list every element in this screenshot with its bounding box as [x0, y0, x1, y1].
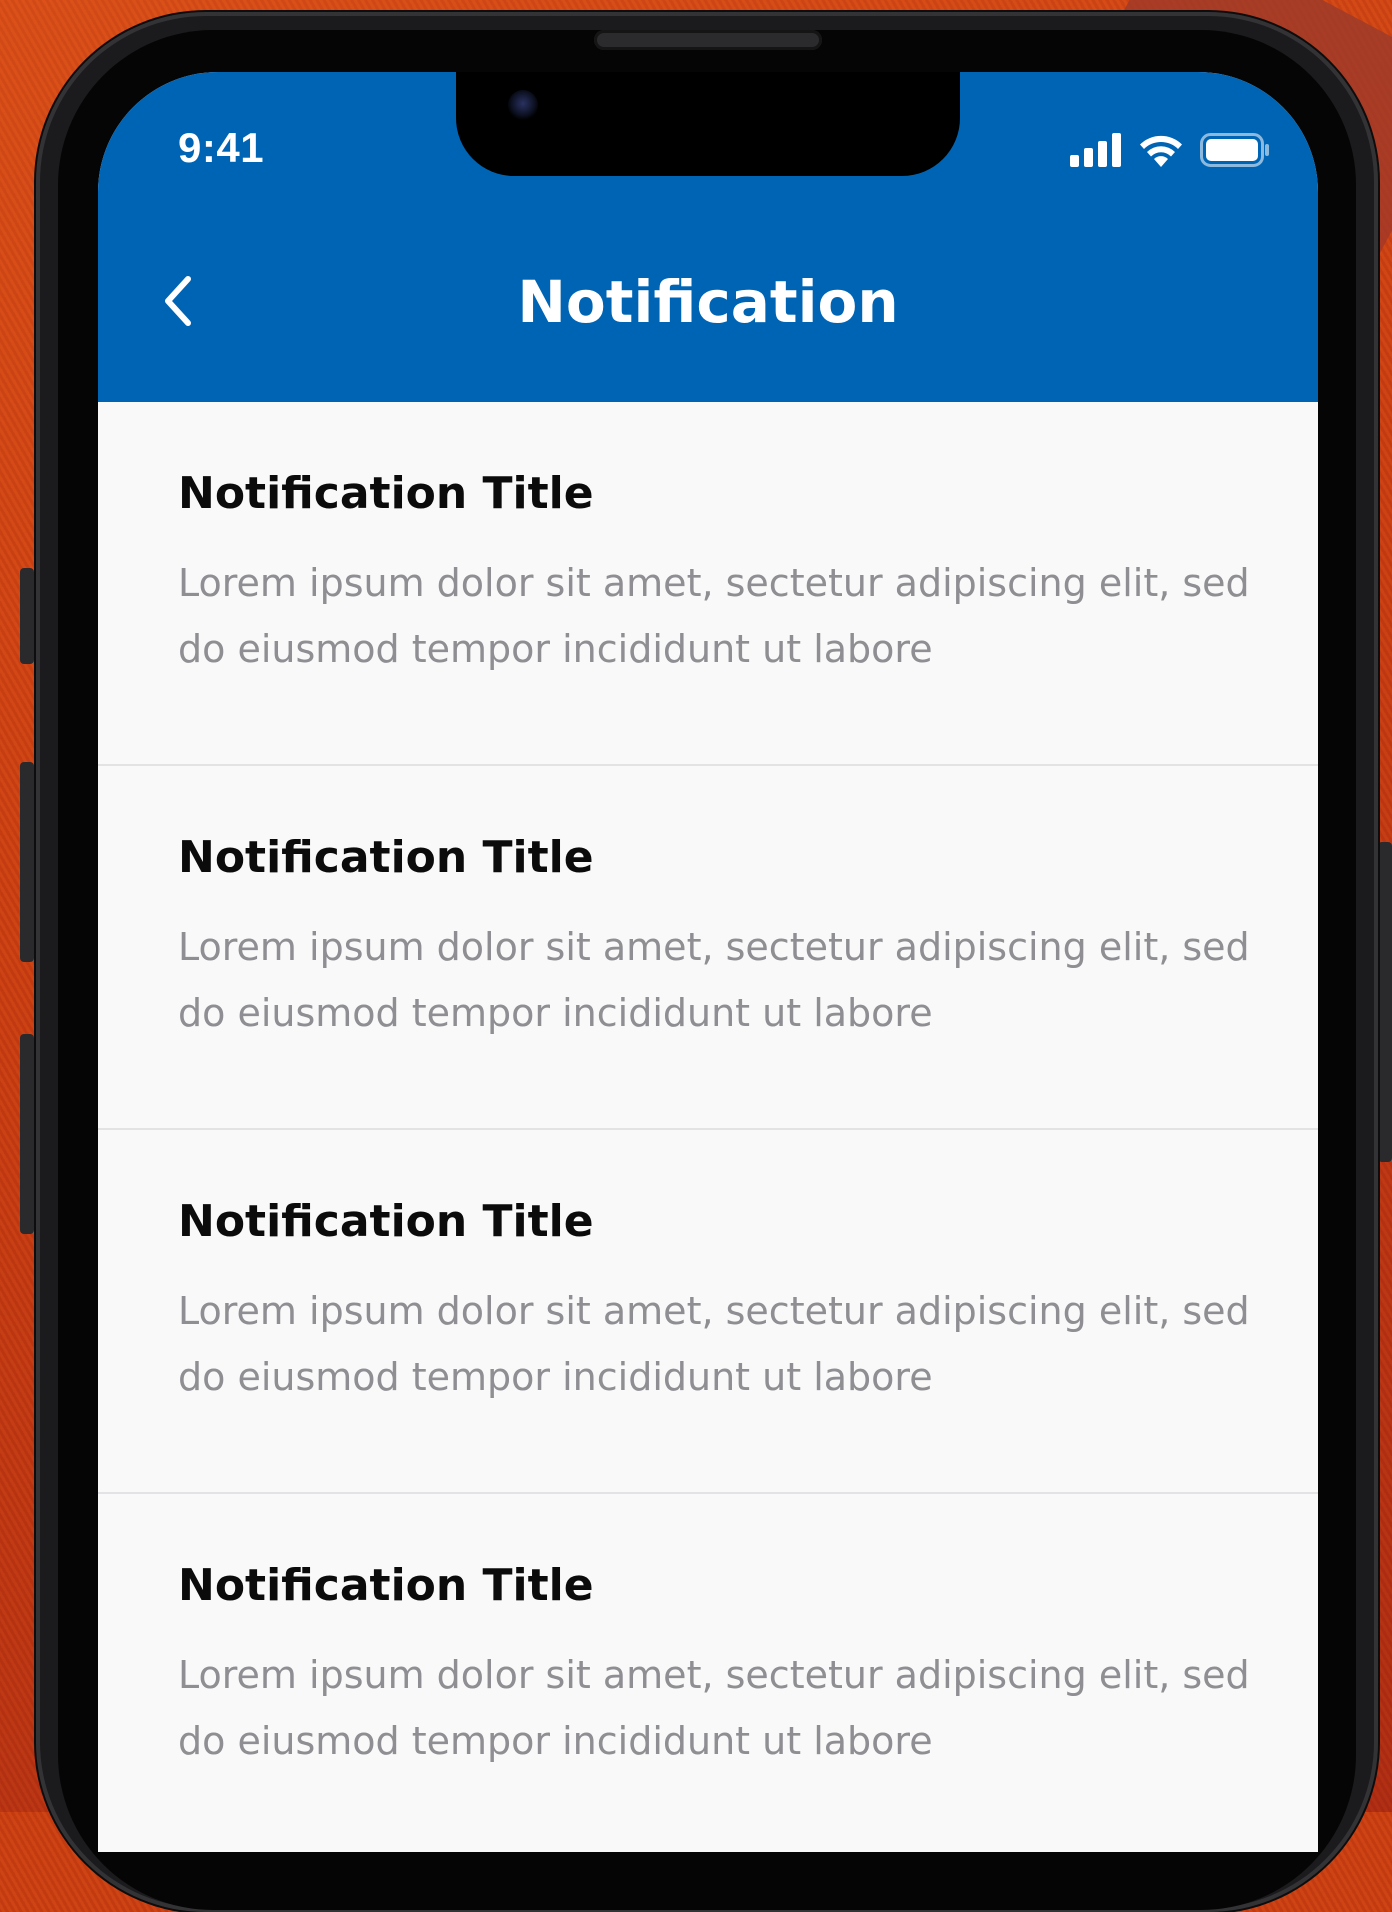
notification-item[interactable]: Notification Title Lorem ipsum dolor sit…: [98, 1494, 1318, 1852]
status-icons: [1070, 132, 1270, 172]
battery-icon: [1200, 133, 1270, 171]
notification-body: Lorem ipsum dolor sit amet, sectetur adi…: [178, 561, 1250, 671]
side-button-volume-up: [20, 762, 34, 962]
navigation-bar: Notification: [98, 262, 1318, 342]
notification-title: Notification Title: [178, 832, 594, 883]
front-camera: [508, 90, 538, 120]
status-time: 9:41: [178, 124, 265, 171]
notification-item[interactable]: Notification Title Lorem ipsum dolor sit…: [98, 402, 1318, 766]
phone-screen: 9:41 Notification Notification Title Lor…: [98, 72, 1318, 1852]
page-title: Notification: [517, 268, 899, 336]
wifi-icon: [1138, 133, 1184, 171]
notification-body: Lorem ipsum dolor sit amet, sectetur adi…: [178, 1289, 1250, 1399]
earpiece-speaker: [594, 30, 822, 50]
side-button-volume-down: [20, 1034, 34, 1234]
notification-title: Notification Title: [178, 468, 594, 519]
notch: [456, 72, 960, 176]
side-button-silent: [20, 568, 34, 664]
cellular-signal-icon: [1070, 133, 1122, 171]
side-button-power: [1378, 842, 1392, 1162]
notification-item[interactable]: Notification Title Lorem ipsum dolor sit…: [98, 1130, 1318, 1494]
notification-title: Notification Title: [178, 1196, 594, 1247]
notification-list: Notification Title Lorem ipsum dolor sit…: [98, 402, 1318, 1852]
notification-title: Notification Title: [178, 1560, 594, 1611]
notification-item[interactable]: Notification Title Lorem ipsum dolor sit…: [98, 766, 1318, 1130]
app-header: 9:41 Notification: [98, 72, 1318, 402]
chevron-left-icon: [158, 273, 198, 333]
back-button[interactable]: [148, 268, 208, 338]
notification-body: Lorem ipsum dolor sit amet, sectetur adi…: [178, 1653, 1250, 1763]
notification-body: Lorem ipsum dolor sit amet, sectetur adi…: [178, 925, 1250, 1035]
